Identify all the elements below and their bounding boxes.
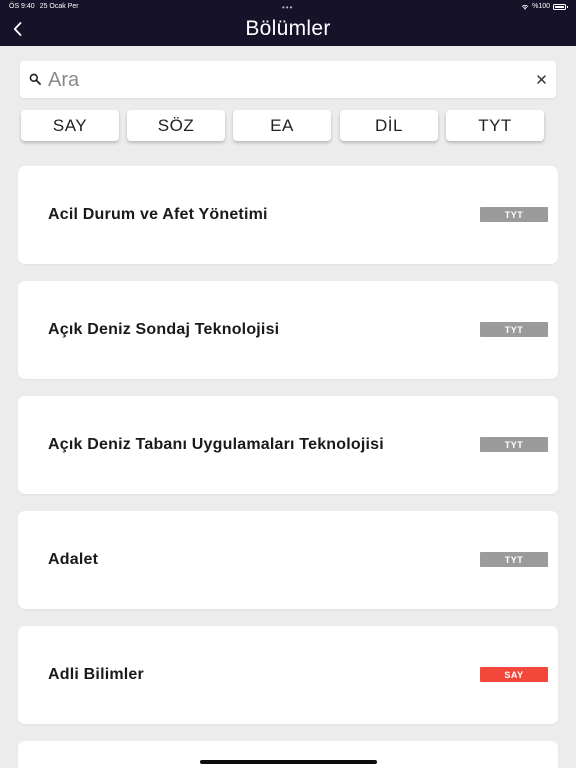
department-card[interactable]: Adalet TYT bbox=[18, 511, 558, 609]
filter-ea-button[interactable]: EA bbox=[233, 110, 331, 141]
department-name: Adli Bilimler bbox=[48, 666, 144, 683]
battery-icon bbox=[553, 3, 568, 10]
search-icon bbox=[29, 73, 41, 85]
department-name: Açık Deniz Tabanı Uygulamaları Teknoloji… bbox=[48, 436, 384, 453]
department-card[interactable]: Açık Deniz Sondaj Teknolojisi TYT bbox=[18, 281, 558, 379]
filter-soz-button[interactable]: SÖZ bbox=[127, 110, 225, 141]
department-type-badge: TYT bbox=[480, 322, 548, 337]
multitask-dots[interactable]: ••• bbox=[282, 3, 293, 12]
search-input[interactable] bbox=[48, 65, 528, 95]
department-name: Açık Deniz Sondaj Teknolojisi bbox=[48, 321, 280, 338]
home-indicator[interactable] bbox=[200, 760, 377, 764]
department-type-badge: TYT bbox=[480, 437, 548, 452]
clear-search-button[interactable] bbox=[535, 73, 548, 86]
filter-dil-button[interactable]: DİL bbox=[340, 110, 438, 141]
close-icon bbox=[537, 75, 546, 84]
department-type-badge: SAY bbox=[480, 667, 548, 682]
status-date: 25 Ocak Per bbox=[39, 3, 79, 10]
search-bar bbox=[20, 61, 556, 98]
filter-bar: SAY SÖZ EA DİL TYT bbox=[21, 110, 545, 142]
department-card[interactable]: Açık Deniz Tabanı Uygulamaları Teknoloji… bbox=[18, 396, 558, 494]
status-right: %100 bbox=[521, 3, 568, 10]
department-type-badge: TYT bbox=[480, 207, 548, 222]
page-title: Bölümler bbox=[245, 17, 331, 40]
department-type-badge: TYT bbox=[480, 552, 548, 567]
filter-say-button[interactable]: SAY bbox=[21, 110, 119, 141]
filter-tyt-button[interactable]: TYT bbox=[446, 110, 544, 141]
status-left: ÖS 9:40 25 Ocak Per bbox=[9, 3, 79, 10]
wifi-icon bbox=[521, 4, 529, 10]
status-time: ÖS 9:40 bbox=[9, 3, 35, 10]
department-card[interactable]: Adli Bilimler SAY bbox=[18, 626, 558, 724]
department-card[interactable]: Acil Durum ve Afet Yönetimi TYT bbox=[18, 166, 558, 264]
department-name: Acil Durum ve Afet Yönetimi bbox=[48, 206, 268, 223]
battery-level: %100 bbox=[532, 3, 550, 10]
department-name: Adalet bbox=[48, 551, 99, 568]
top-bar: ÖS 9:40 25 Ocak Per ••• %100 Bölümler bbox=[0, 0, 576, 46]
